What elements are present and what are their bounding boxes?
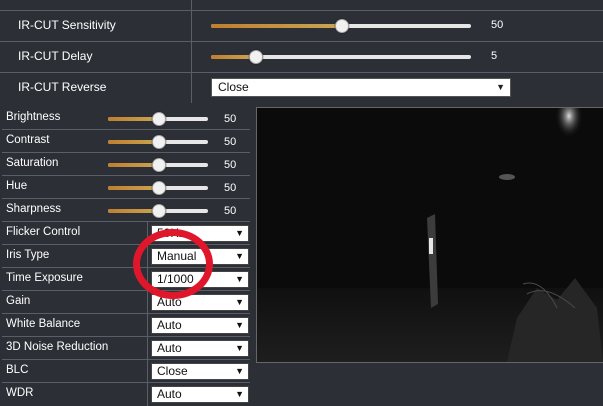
time-exposure-value: 1/1000	[157, 272, 194, 286]
ir-cut-sensitivity-row: IR-CUT Sensitivity 50	[0, 10, 603, 42]
slider-thumb[interactable]	[152, 112, 166, 126]
slider-thumb[interactable]	[249, 50, 264, 64]
saturation-value: 50	[224, 159, 237, 171]
saturation-row: Saturation 50	[2, 153, 250, 176]
wdr-row: WDR Auto ▼	[2, 383, 250, 406]
time-exposure-row: Time Exposure 1/1000 ▼	[2, 268, 250, 291]
gain-select[interactable]: Auto ▼	[151, 294, 249, 311]
flicker-control-value: 50Hz	[157, 226, 186, 240]
white-balance-label: White Balance	[2, 314, 148, 337]
gain-label: Gain	[2, 291, 148, 314]
slider-thumb[interactable]	[152, 181, 166, 195]
wdr-select[interactable]: Auto ▼	[151, 386, 249, 403]
ir-cut-settings: IR-CUT Sensitivity 50 IR-CUT Delay 5 IR-…	[0, 0, 603, 103]
ir-cut-sensitivity-value: 50	[491, 19, 504, 31]
slider-thumb[interactable]	[152, 204, 166, 218]
chevron-down-icon: ▼	[235, 297, 244, 307]
chevron-down-icon: ▼	[235, 228, 244, 238]
iris-type-label: Iris Type	[2, 245, 148, 268]
slider-fill	[108, 209, 158, 213]
noise-reduction-label: 3D Noise Reduction	[2, 337, 148, 360]
chevron-down-icon: ▼	[235, 366, 244, 376]
contrast-value: 50	[224, 136, 237, 148]
blc-label: BLC	[2, 360, 148, 383]
image-settings-panel: Brightness 50 Contrast 50 Saturation 50 …	[2, 107, 250, 406]
brightness-row: Brightness 50	[2, 107, 250, 130]
ir-cut-sensitivity-slider[interactable]	[211, 19, 471, 33]
ir-cut-reverse-value: Close	[218, 80, 249, 94]
chevron-down-icon: ▼	[235, 320, 244, 330]
flicker-control-label: Flicker Control	[2, 222, 148, 245]
slider-fill	[108, 163, 158, 167]
slider-fill	[108, 117, 158, 121]
hue-row: Hue 50	[2, 176, 250, 199]
sharpness-slider[interactable]	[108, 204, 208, 218]
hue-slider[interactable]	[108, 181, 208, 195]
white-balance-value: Auto	[157, 318, 182, 332]
ir-cut-reverse-label: IR-CUT Reverse	[0, 72, 192, 103]
flicker-control-row: Flicker Control 50Hz ▼	[2, 222, 250, 245]
hue-value: 50	[224, 182, 237, 194]
saturation-slider[interactable]	[108, 158, 208, 172]
ir-cut-delay-slider[interactable]	[211, 50, 471, 64]
ir-cut-delay-label: IR-CUT Delay	[0, 41, 192, 72]
white-balance-select[interactable]: Auto ▼	[151, 317, 249, 334]
ir-cut-sensitivity-label: IR-CUT Sensitivity	[0, 10, 192, 41]
chevron-down-icon: ▼	[235, 274, 244, 284]
ir-cut-partial-label	[0, 0, 192, 10]
wdr-value: Auto	[157, 387, 182, 401]
brightness-slider[interactable]	[108, 112, 208, 126]
noise-reduction-value: Auto	[157, 341, 182, 355]
noise-reduction-row: 3D Noise Reduction Auto ▼	[2, 337, 250, 360]
ir-cut-delay-row: IR-CUT Delay 5	[0, 41, 603, 73]
iris-type-select[interactable]: Manual ▼	[151, 248, 249, 265]
chevron-down-icon: ▼	[235, 389, 244, 399]
wdr-label: WDR	[2, 383, 148, 406]
slider-fill	[211, 24, 341, 28]
contrast-slider[interactable]	[108, 135, 208, 149]
sharpness-row: Sharpness 50	[2, 199, 250, 222]
ir-cut-reverse-select[interactable]: Close ▼	[211, 78, 511, 97]
slider-thumb[interactable]	[152, 135, 166, 149]
gain-value: Auto	[157, 295, 182, 309]
slider-fill	[108, 186, 158, 190]
white-balance-row: White Balance Auto ▼	[2, 314, 250, 337]
slider-thumb[interactable]	[152, 158, 166, 172]
sharpness-value: 50	[224, 205, 237, 217]
iris-type-value: Manual	[157, 249, 197, 263]
brightness-value: 50	[224, 113, 237, 125]
chevron-down-icon: ▼	[235, 343, 244, 353]
time-exposure-select[interactable]: 1/1000 ▼	[151, 271, 249, 288]
blc-row: BLC Close ▼	[2, 360, 250, 383]
ir-cut-reverse-row: IR-CUT Reverse Close ▼	[0, 72, 603, 103]
blc-value: Close	[157, 364, 188, 378]
noise-reduction-select[interactable]: Auto ▼	[151, 340, 249, 357]
chevron-down-icon: ▼	[496, 82, 505, 92]
slider-fill	[108, 140, 158, 144]
camera-preview[interactable]	[256, 107, 603, 363]
contrast-row: Contrast 50	[2, 130, 250, 153]
chevron-down-icon: ▼	[235, 251, 244, 261]
slider-thumb[interactable]	[335, 19, 349, 33]
blc-select[interactable]: Close ▼	[151, 363, 249, 380]
flicker-control-select[interactable]: 50Hz ▼	[151, 225, 249, 242]
iris-type-row: Iris Type Manual ▼	[2, 245, 250, 268]
gain-row: Gain Auto ▼	[2, 291, 250, 314]
ir-cut-delay-value: 5	[491, 50, 498, 62]
night-scene-image	[257, 108, 603, 362]
time-exposure-label: Time Exposure	[2, 268, 148, 291]
